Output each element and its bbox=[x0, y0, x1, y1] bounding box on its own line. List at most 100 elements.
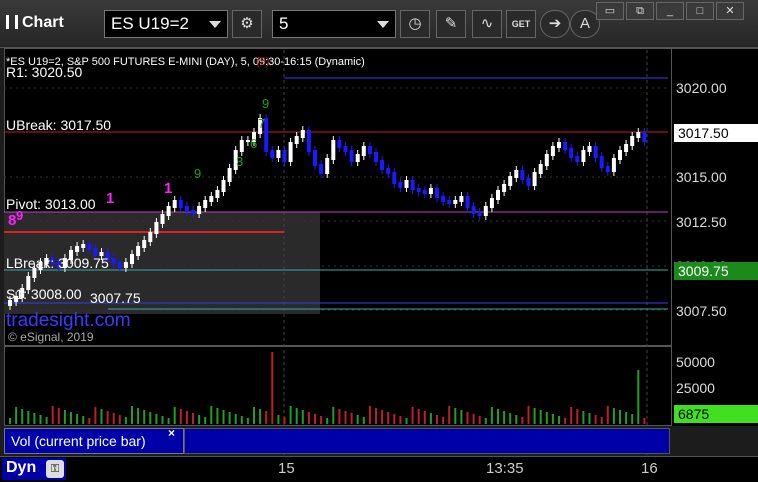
candle-body bbox=[306, 130, 311, 152]
volume-bar bbox=[362, 417, 365, 424]
volume-bar bbox=[551, 414, 554, 424]
candle-body bbox=[587, 146, 592, 152]
r1-label: R1: 3020.50 bbox=[6, 64, 83, 80]
candle-body bbox=[618, 150, 622, 160]
volume-bar bbox=[124, 417, 127, 424]
volume-bar bbox=[39, 415, 42, 424]
volume-bar bbox=[301, 410, 304, 424]
volume-bar bbox=[375, 408, 377, 424]
volume-bar bbox=[344, 411, 347, 424]
candle-body bbox=[435, 188, 439, 198]
lock-icon[interactable]: ⚿ bbox=[46, 460, 64, 478]
candle-body bbox=[624, 144, 629, 152]
chart-drawing bbox=[4, 50, 668, 456]
volume-bar bbox=[436, 415, 438, 424]
volume-tick: 25000 bbox=[676, 380, 715, 396]
volume-bar bbox=[179, 409, 182, 424]
candle-body bbox=[227, 168, 232, 182]
time-tick: 15 bbox=[278, 460, 295, 477]
candle-body bbox=[123, 262, 128, 268]
volume-bar bbox=[131, 406, 133, 424]
volume-bar bbox=[88, 418, 91, 424]
volume-bar bbox=[356, 415, 359, 424]
seq-mark: 9 bbox=[16, 208, 24, 223]
time-tick: 13:35 bbox=[486, 460, 524, 477]
candle-body bbox=[544, 154, 549, 166]
volume-bar bbox=[9, 418, 11, 424]
volume-bar bbox=[70, 412, 72, 424]
candle-body bbox=[270, 150, 275, 158]
candle-body bbox=[526, 178, 531, 186]
volume-bar bbox=[143, 410, 146, 424]
candle-body bbox=[520, 170, 525, 180]
volume-bar bbox=[76, 414, 79, 424]
candle-body bbox=[160, 214, 165, 224]
candle-body bbox=[593, 146, 598, 158]
volume-bar bbox=[399, 416, 402, 424]
candle-body bbox=[514, 170, 519, 178]
volume-bar bbox=[234, 414, 237, 424]
volume-bar bbox=[631, 414, 634, 424]
volume-bar bbox=[216, 408, 219, 424]
volume-bar bbox=[338, 409, 341, 424]
current-price-tag: 3017.50 bbox=[674, 124, 758, 142]
candle-body bbox=[184, 206, 189, 212]
candle-body bbox=[557, 142, 561, 148]
candle-body bbox=[477, 212, 482, 216]
candle-body bbox=[300, 130, 305, 138]
candle-body bbox=[605, 166, 610, 172]
close-icon[interactable]: × bbox=[168, 426, 175, 440]
candle-body bbox=[538, 164, 543, 174]
candle-body bbox=[496, 190, 500, 200]
volume-bar bbox=[57, 408, 60, 424]
seq-mark: 6 bbox=[250, 136, 258, 151]
volume-bar bbox=[332, 407, 335, 424]
lbreak-label: LBreak: 3009.75 bbox=[6, 255, 109, 271]
candle-body bbox=[386, 168, 391, 174]
candle-body bbox=[611, 158, 616, 172]
volume-bar bbox=[417, 409, 420, 424]
volume-bar bbox=[393, 414, 396, 424]
seq-mark: 7 bbox=[258, 116, 266, 131]
volume-bar bbox=[228, 412, 231, 424]
volume-bar bbox=[27, 411, 30, 424]
candle-body bbox=[355, 154, 360, 162]
time-tick: 16 bbox=[641, 460, 658, 477]
volume-bar bbox=[222, 410, 225, 424]
volume-bar bbox=[289, 406, 292, 424]
volume-bar bbox=[198, 415, 201, 424]
volume-bar bbox=[106, 411, 109, 424]
volume-bar bbox=[381, 410, 384, 424]
volume-bar bbox=[503, 411, 506, 424]
candle-body bbox=[142, 240, 147, 248]
candle-body bbox=[532, 172, 537, 186]
candle-body bbox=[215, 190, 220, 198]
volume-bar bbox=[570, 407, 573, 424]
volume-bar bbox=[600, 417, 603, 424]
volume-study-label[interactable]: Vol (current price bar) bbox=[4, 428, 184, 454]
volume-bar bbox=[558, 416, 560, 424]
candle-body bbox=[294, 136, 299, 144]
candle-body bbox=[630, 136, 635, 146]
volume-bar bbox=[246, 418, 249, 424]
candle-body bbox=[642, 132, 647, 142]
volume-bar bbox=[643, 418, 646, 424]
volume-bar bbox=[192, 413, 194, 424]
volume-bar bbox=[295, 408, 298, 424]
candle-body bbox=[404, 180, 409, 188]
volume-bar bbox=[320, 416, 323, 424]
candle-body bbox=[599, 156, 604, 168]
candle-body bbox=[367, 146, 372, 154]
volume-bar bbox=[466, 412, 469, 424]
candle-body bbox=[471, 206, 476, 214]
candle-body bbox=[203, 200, 208, 208]
candle-body bbox=[166, 206, 171, 216]
volume-bar bbox=[204, 417, 207, 424]
volume-bar bbox=[277, 415, 280, 424]
candle-body bbox=[483, 206, 488, 216]
candle-body bbox=[337, 140, 342, 148]
volume-bar bbox=[185, 411, 188, 424]
volume-bar bbox=[429, 413, 432, 424]
candle-body bbox=[428, 188, 433, 194]
volume-bars bbox=[9, 352, 646, 424]
